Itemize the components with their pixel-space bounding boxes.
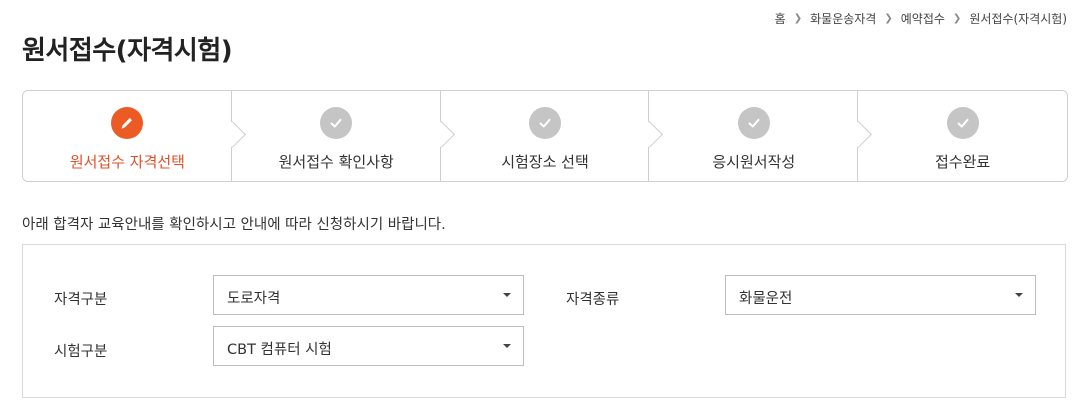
qual-category-value: 도로자격: [227, 291, 281, 307]
exam-category-label: 시험구분: [54, 344, 108, 360]
step-3-label: 시험장소 선택: [501, 153, 589, 171]
breadcrumb-freight-qualification[interactable]: 화물운송자격: [810, 10, 876, 27]
check-icon: [320, 107, 353, 139]
chevron-right-icon: ❯: [793, 13, 803, 24]
qual-category-select[interactable]: 도로자격: [213, 275, 524, 315]
chevron-right-icon: ❯: [952, 13, 962, 24]
step-5: 접수완료: [858, 91, 1067, 181]
step-2: 원서접수 확인사항: [231, 91, 455, 181]
step-2-label: 원서접수 확인사항: [278, 153, 394, 171]
step-1: 원서접수 자격선택: [23, 91, 246, 181]
qual-type-value: 화물운전: [739, 291, 793, 307]
pencil-icon: [111, 107, 144, 139]
step-progress: 원서접수 자격선택 원서접수 확인사항 시험장소 선택 응시원서작성 접수완료: [22, 90, 1068, 182]
exam-category-select[interactable]: CBT 컴퓨터 시험: [213, 326, 524, 366]
qual-category-label: 자격구분: [54, 292, 108, 308]
breadcrumb-home[interactable]: 홈: [775, 10, 786, 27]
notice-text: 아래 합격자 교육안내를 확인하시고 안내에 따라 신청하시기 바랍니다.: [22, 217, 446, 233]
breadcrumb: 홈 ❯ 화물운송자격 ❯ 예약접수 ❯ 원서접수(자격시험): [775, 10, 1067, 27]
step-3: 시험장소 선택: [440, 91, 664, 181]
exam-category-value: CBT 컴퓨터 시험: [227, 342, 332, 358]
chevron-right-icon: ❯: [884, 13, 893, 24]
qual-type-label: 자격종류: [566, 292, 620, 308]
check-icon: [737, 107, 770, 139]
qual-type-select[interactable]: 화물운전: [725, 275, 1036, 315]
step-5-label: 접수완료: [934, 153, 991, 171]
step-1-label: 원서접수 자격선택: [69, 153, 185, 171]
caret-down-icon: [503, 293, 511, 297]
step-4-label: 응시원서작성: [712, 153, 796, 171]
caret-down-icon: [503, 344, 511, 348]
check-icon: [528, 107, 561, 139]
step-4: 응시원서작성: [649, 91, 873, 181]
caret-down-icon: [1015, 293, 1023, 297]
qualification-form: 자격구분 도로자격 자격종류 화물운전 시험구분 CBT 컴퓨터 시험: [22, 244, 1066, 398]
breadcrumb-current: 원서접수(자격시험): [969, 12, 1067, 26]
page-title: 원서접수(자격시험): [22, 36, 233, 66]
breadcrumb-reservation[interactable]: 예약접수: [901, 10, 945, 27]
check-icon: [946, 107, 979, 139]
